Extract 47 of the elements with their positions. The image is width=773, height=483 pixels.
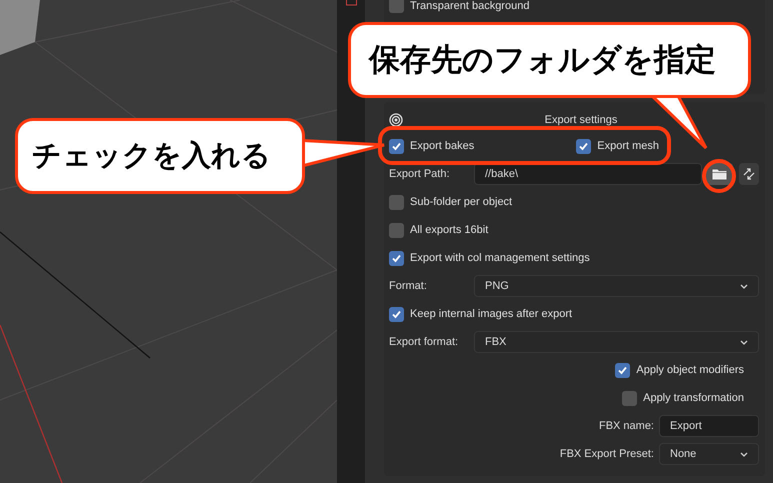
field-label: Export Path: — [389, 168, 451, 180]
panel-title: Export settings — [544, 114, 618, 126]
dropdown[interactable]: FBX — [474, 331, 759, 353]
checkbox-label: Export mesh — [597, 140, 659, 152]
checkbox-label: Export with col management settings — [410, 252, 590, 264]
dropdown[interactable]: None — [659, 443, 759, 465]
checkbox-label: All exports 16bit — [410, 224, 488, 236]
checkmark-icon — [578, 140, 590, 152]
highlight-circle — [702, 159, 736, 193]
image-icon[interactable] — [346, 0, 356, 6]
callout-bubble: チェックを入れる — [15, 118, 305, 194]
swap-button[interactable] — [739, 163, 759, 185]
checkmark-icon — [391, 308, 402, 320]
checkbox-label: Sub-folder per object — [410, 196, 512, 208]
checkbox[interactable] — [622, 390, 638, 406]
checkbox[interactable] — [389, 0, 404, 13]
dropdown-value: None — [670, 448, 696, 460]
checkbox[interactable] — [389, 222, 404, 238]
checkbox[interactable] — [615, 362, 630, 378]
field-label: FBX Export Preset: — [560, 448, 654, 460]
dropdown[interactable]: PNG — [474, 275, 759, 297]
diagonal-arrows-icon — [742, 167, 756, 181]
field-label: Format: — [389, 280, 428, 292]
checkmark-icon — [391, 252, 402, 264]
checkmark-icon — [617, 364, 628, 376]
field-label: FBX name: — [598, 420, 654, 432]
chevron-down-icon — [740, 452, 748, 456]
text-field[interactable]: Export — [659, 415, 759, 437]
folder-icon — [712, 168, 727, 180]
checkbox[interactable] — [576, 138, 592, 154]
chevron-down-icon — [740, 284, 748, 288]
dropdown-value: FBX — [485, 336, 506, 348]
field-label: Export format: — [389, 336, 460, 348]
checkbox-label: Apply transformation — [643, 392, 744, 404]
checkbox-label: Export bakes — [410, 140, 474, 152]
checkmark-icon — [391, 140, 402, 152]
checkbox[interactable] — [389, 194, 404, 210]
checkbox[interactable] — [389, 138, 404, 154]
target-icon — [389, 113, 403, 127]
checkbox[interactable] — [389, 306, 404, 322]
dropdown-value: PNG — [485, 280, 509, 292]
checkbox-label: Keep internal images after export — [410, 308, 572, 320]
chevron-down-icon — [740, 340, 748, 344]
path-field[interactable]: //bake\ — [474, 163, 702, 185]
checkbox[interactable] — [389, 250, 404, 266]
checkbox-label: Apply object modifiers — [636, 364, 744, 376]
checkbox-label: Transparent background — [410, 0, 530, 12]
